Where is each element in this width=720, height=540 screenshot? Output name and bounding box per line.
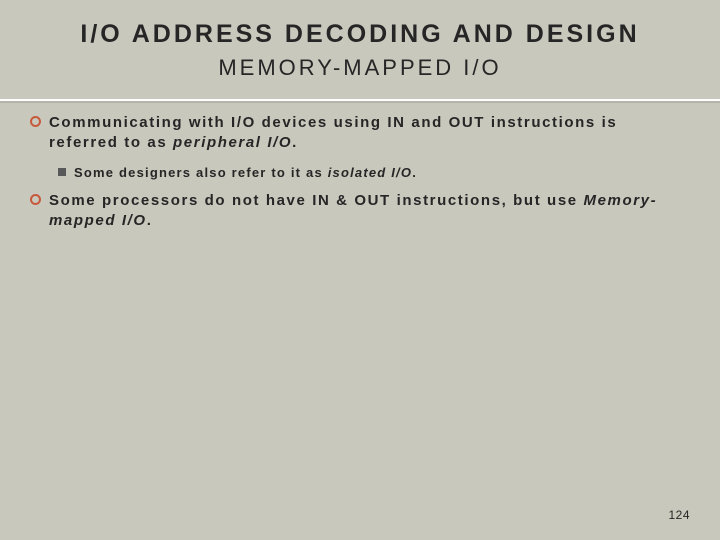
text-run: Some processors do not have IN & OUT ins…	[49, 192, 583, 209]
ring-bullet-icon	[30, 116, 41, 127]
bullet-level2: Some designers also refer to it as isola…	[58, 164, 690, 182]
slide-subtitle: MEMORY-MAPPED I/O	[28, 55, 692, 81]
text-run: .	[412, 165, 417, 180]
content-area: Communicating with I/O devices using IN …	[28, 113, 692, 232]
square-bullet-icon	[58, 168, 66, 176]
text-italic: peripheral I/O	[173, 134, 292, 151]
page-number: 124	[668, 508, 690, 522]
bullet-level1: Communicating with I/O devices using IN …	[30, 113, 690, 154]
text-run: Communicating with I/O devices using IN …	[49, 114, 617, 151]
text-run: Some designers also refer to it as	[74, 165, 328, 180]
bullet-level1: Some processors do not have IN & OUT ins…	[30, 191, 690, 232]
text-run: .	[292, 134, 298, 151]
slide-title: I/O ADDRESS DECODING AND DESIGN	[28, 20, 692, 49]
text-run: .	[147, 212, 153, 229]
text-italic: isolated I/O	[328, 165, 412, 180]
bullet-text: Communicating with I/O devices using IN …	[49, 113, 690, 154]
slide: I/O ADDRESS DECODING AND DESIGN MEMORY-M…	[0, 0, 720, 540]
bullet-text: Some processors do not have IN & OUT ins…	[49, 191, 690, 232]
divider	[0, 99, 720, 103]
bullet-text: Some designers also refer to it as isola…	[74, 164, 417, 182]
ring-bullet-icon	[30, 194, 41, 205]
